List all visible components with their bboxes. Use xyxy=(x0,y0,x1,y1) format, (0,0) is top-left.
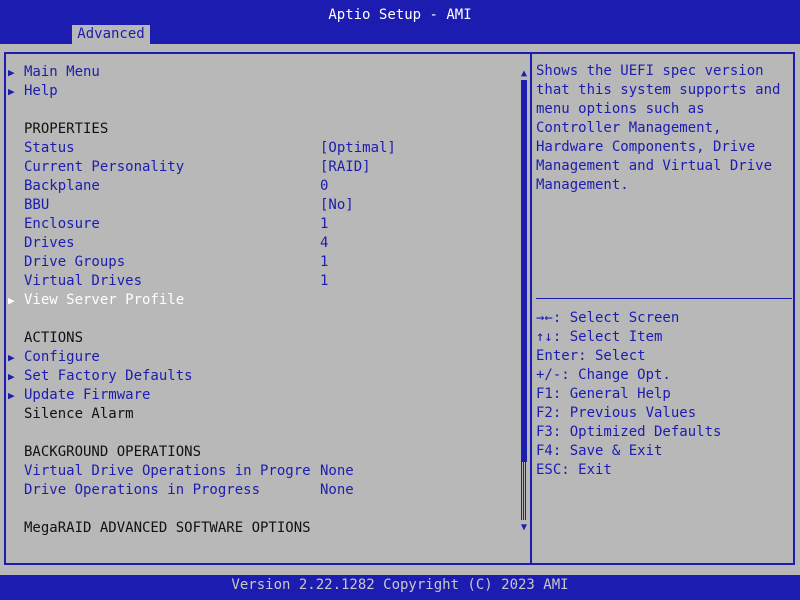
key-hint-f4: F4: Save & Exit xyxy=(536,443,663,459)
setting-bbu[interactable]: BBU [No] xyxy=(0,196,520,215)
app-title: Aptio Setup - AMI xyxy=(328,7,472,23)
menu-item-label: View Server Profile xyxy=(24,292,185,308)
section-heading-software-options: MegaRAID ADVANCED SOFTWARE OPTIONS xyxy=(0,519,520,538)
setting-value: [No] xyxy=(320,197,354,213)
key-hint-select-item: ↑↓: Select Item xyxy=(536,329,663,345)
setting-label: Enclosure xyxy=(24,216,100,232)
menu-item-silence-alarm: Silence Alarm xyxy=(0,405,520,424)
setting-backplane[interactable]: Backplane 0 xyxy=(0,177,520,196)
menu-item-label: Update Firmware xyxy=(24,387,151,403)
section-heading-label: ACTIONS xyxy=(24,330,84,346)
scroll-down-arrow-icon[interactable]: ▼ xyxy=(518,518,530,537)
setting-value: [Optimal] xyxy=(320,140,396,156)
menu-item-label: Help xyxy=(24,83,58,99)
setting-label: Virtual Drive Operations in Progre xyxy=(24,463,311,479)
setting-current-personality[interactable]: Current Personality [RAID] xyxy=(0,158,520,177)
setting-value: None xyxy=(320,482,354,498)
key-legend: →←: Select Screen ↑↓: Select Item Enter:… xyxy=(536,309,788,480)
panel-divider xyxy=(530,52,532,565)
key-hint-esc: ESC: Exit xyxy=(536,462,612,478)
setting-enclosure[interactable]: Enclosure 1 xyxy=(0,215,520,234)
section-heading-label: MegaRAID ADVANCED SOFTWARE OPTIONS xyxy=(24,520,311,536)
help-divider xyxy=(536,298,792,299)
key-hint-change-opt: +/-: Change Opt. xyxy=(536,367,671,383)
menu-item-update-firmware[interactable]: ▶ Update Firmware xyxy=(0,386,520,405)
key-hint-f2: F2: Previous Values xyxy=(536,405,697,421)
submenu-arrow-icon: ▶ xyxy=(8,370,15,383)
menu-item-label: Set Factory Defaults xyxy=(24,368,193,384)
menu-item-main-menu[interactable]: ▶ Main Menu xyxy=(0,63,520,82)
setting-value: 1 xyxy=(320,254,329,270)
key-hint-f1: F1: General Help xyxy=(536,386,671,402)
setting-label: Drive Groups xyxy=(24,254,126,270)
setting-label: Drive Operations in Progress xyxy=(24,482,261,498)
setting-drives[interactable]: Drives 4 xyxy=(0,234,520,253)
setting-label: Drives xyxy=(24,235,75,251)
key-hint-select-screen: →←: Select Screen xyxy=(536,310,680,326)
scrollbar-track-lower[interactable] xyxy=(521,462,527,520)
submenu-arrow-icon: ▶ xyxy=(8,294,15,307)
setting-drive-groups[interactable]: Drive Groups 1 xyxy=(0,253,520,272)
setting-value: 4 xyxy=(320,235,329,251)
section-heading-actions: ACTIONS xyxy=(0,329,520,348)
setting-value: [RAID] xyxy=(320,159,371,175)
submenu-arrow-icon: ▶ xyxy=(8,351,15,364)
submenu-arrow-icon: ▶ xyxy=(8,66,15,79)
menu-item-view-server-profile[interactable]: ▶ View Server Profile xyxy=(0,291,520,310)
section-heading-label: BACKGROUND OPERATIONS xyxy=(24,444,202,460)
menu-item-configure[interactable]: ▶ Configure xyxy=(0,348,520,367)
setting-drive-operations[interactable]: Drive Operations in Progress None xyxy=(0,481,520,500)
menu-item-label: Main Menu xyxy=(24,64,100,80)
scrollbar-thumb[interactable] xyxy=(521,80,527,462)
section-heading-label: PROPERTIES xyxy=(24,121,109,137)
setting-virtual-drive-operations[interactable]: Virtual Drive Operations in Progre None xyxy=(0,462,520,481)
menu-item-help[interactable]: ▶ Help xyxy=(0,82,520,101)
setting-label: BBU xyxy=(24,197,50,213)
key-hint-enter: Enter: Select xyxy=(536,348,646,364)
setting-label: Backplane xyxy=(24,178,100,194)
section-heading-properties: PROPERTIES xyxy=(0,120,520,139)
setting-label: Current Personality xyxy=(24,159,185,175)
setting-value: 0 xyxy=(320,178,329,194)
menu-item-label: Configure xyxy=(24,349,100,365)
setting-value: None xyxy=(320,463,354,479)
menu-item-label: Silence Alarm xyxy=(24,406,134,422)
tab-advanced[interactable]: Advanced xyxy=(72,25,150,44)
setting-label: Virtual Drives xyxy=(24,273,143,289)
section-heading-background-operations: BACKGROUND OPERATIONS xyxy=(0,443,520,462)
setting-virtual-drives[interactable]: Virtual Drives 1 xyxy=(0,272,520,291)
help-description: Shows the UEFI spec version that this sy… xyxy=(536,63,781,193)
key-hint-f3: F3: Optimized Defaults xyxy=(536,424,722,440)
submenu-arrow-icon: ▶ xyxy=(8,85,15,98)
submenu-arrow-icon: ▶ xyxy=(8,389,15,402)
version-text: Version 2.22.1282 Copyright (C) 2023 AMI xyxy=(231,577,569,593)
setting-value: 1 xyxy=(320,216,329,232)
setting-label: Status xyxy=(24,140,75,156)
setting-value: 1 xyxy=(320,273,329,289)
menu-item-set-factory-defaults[interactable]: ▶ Set Factory Defaults xyxy=(0,367,520,386)
setting-status[interactable]: Status [Optimal] xyxy=(0,139,520,158)
